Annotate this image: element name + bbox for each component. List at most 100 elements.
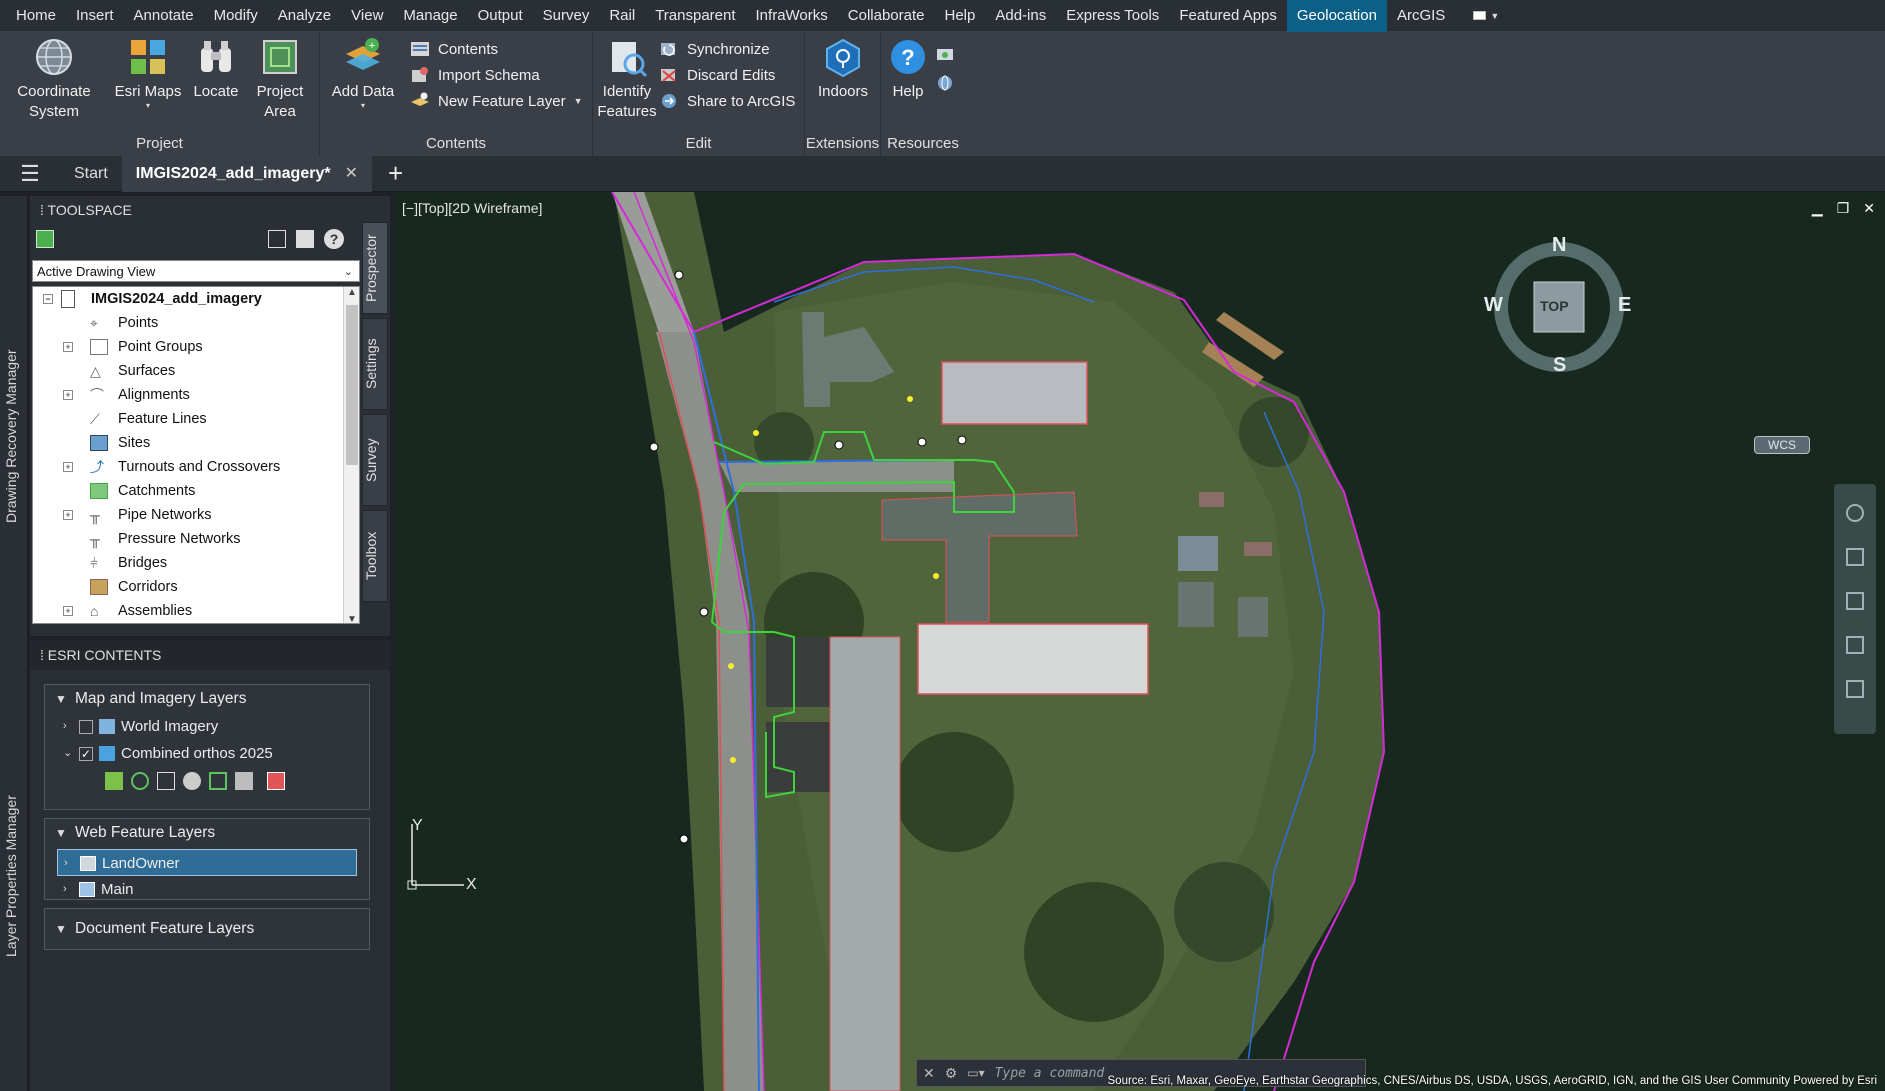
- pan-icon[interactable]: [1846, 548, 1864, 566]
- tab-drawing[interactable]: IMGIS2024_add_imagery* ✕: [121, 155, 372, 192]
- ribbon-state-toggle[interactable]: ▼: [1473, 10, 1499, 22]
- expand-icon[interactable]: +: [63, 390, 73, 400]
- tree-item-assemblies[interactable]: + ⌂ Assemblies: [33, 599, 359, 623]
- help-button[interactable]: ? Help: [885, 36, 931, 102]
- expand-icon[interactable]: +: [63, 510, 73, 520]
- tree-item-alignments[interactable]: + ⌒ Alignments: [33, 383, 359, 407]
- contents-button[interactable]: Contents: [410, 40, 498, 58]
- indoors-button[interactable]: Indoors: [809, 36, 877, 102]
- compass-west[interactable]: W: [1484, 294, 1503, 317]
- locate-button[interactable]: Locate: [186, 36, 246, 102]
- tab-express-tools[interactable]: Express Tools: [1056, 0, 1169, 32]
- tree-item-feature-lines[interactable]: ⟋ Feature Lines: [33, 407, 359, 431]
- tree-item-sites[interactable]: Sites: [33, 431, 359, 455]
- layer-world-imagery[interactable]: › World Imagery: [45, 713, 369, 740]
- compass-east[interactable]: E: [1618, 294, 1631, 317]
- tab-featured-apps[interactable]: Featured Apps: [1169, 0, 1287, 32]
- remove-layer-icon[interactable]: [267, 772, 285, 790]
- web-feature-group-header[interactable]: ▼ Web Feature Layers: [45, 819, 369, 847]
- drawing-recovery-manager-tab[interactable]: Drawing Recovery Manager: [3, 316, 25, 556]
- viewcube[interactable]: N S E W TOP: [1484, 232, 1634, 382]
- tree-item-pressure-networks[interactable]: ╥ Pressure Networks: [33, 527, 359, 551]
- world-imagery-checkbox[interactable]: [79, 720, 93, 734]
- tree-item-bridges[interactable]: ⫩ Bridges: [33, 551, 359, 575]
- drawing-item-icon[interactable]: [36, 230, 54, 248]
- tab-view[interactable]: View: [341, 0, 393, 32]
- project-area-button[interactable]: Project Area: [248, 36, 312, 122]
- help-icon[interactable]: ?: [324, 229, 344, 249]
- steering-wheel-icon[interactable]: [1846, 504, 1864, 522]
- expand-icon[interactable]: +: [63, 606, 73, 616]
- orbit-icon[interactable]: [1846, 636, 1864, 654]
- showmotion-icon[interactable]: [1846, 680, 1864, 698]
- toggle-view-icon[interactable]: [268, 230, 286, 248]
- tab-add-ins[interactable]: Add-ins: [985, 0, 1056, 32]
- close-icon[interactable]: ✕: [345, 156, 358, 192]
- add-data-button[interactable]: + Add Data ▾: [330, 36, 396, 110]
- wrench-icon[interactable]: ⚙: [945, 1065, 958, 1082]
- command-history-icon[interactable]: ▭▾: [967, 1066, 984, 1080]
- item-view-icon[interactable]: [296, 230, 314, 248]
- tab-output[interactable]: Output: [468, 0, 533, 32]
- tree-item-turnouts[interactable]: + ⤴ Turnouts and Crossovers: [33, 455, 359, 479]
- tab-annotate[interactable]: Annotate: [124, 0, 204, 32]
- tab-manage[interactable]: Manage: [393, 0, 467, 32]
- new-feature-layer-button[interactable]: New Feature Layer ▼: [410, 92, 582, 110]
- combined-orthos-checkbox[interactable]: ✓: [79, 747, 93, 761]
- tree-scrollbar[interactable]: ▲ ▼: [343, 287, 359, 623]
- esri-maps-button[interactable]: Esri Maps ▾: [112, 36, 184, 110]
- tree-item-point-groups[interactable]: + Point Groups: [33, 335, 359, 359]
- tree-item-corridors[interactable]: Corridors: [33, 575, 359, 599]
- tab-modify[interactable]: Modify: [204, 0, 268, 32]
- tab-collaborate[interactable]: Collaborate: [838, 0, 935, 32]
- edit-layer-icon[interactable]: [105, 772, 123, 790]
- expand-icon[interactable]: +: [63, 342, 73, 352]
- collapse-icon[interactable]: −: [43, 294, 53, 304]
- chevron-down-icon[interactable]: ▼: [347, 614, 357, 623]
- tab-prospector[interactable]: Prospector: [362, 222, 388, 314]
- tree-item-surfaces[interactable]: △ Surfaces: [33, 359, 359, 383]
- minimize-icon[interactable]: ▁: [1812, 200, 1823, 217]
- tree-root[interactable]: − IMGIS2024_add_imagery: [33, 287, 359, 311]
- drawing-view-select[interactable]: Active Drawing View ⌄: [32, 260, 360, 282]
- chevron-right-icon[interactable]: ›: [64, 850, 68, 877]
- copy-icon[interactable]: [157, 772, 175, 790]
- map-imagery-group-header[interactable]: ▼ Map and Imagery Layers: [45, 685, 369, 713]
- layer-landowner[interactable]: › LandOwner: [57, 849, 357, 876]
- tab-infraworks[interactable]: InfraWorks: [746, 0, 838, 32]
- viewcube-top-face[interactable]: TOP: [1540, 298, 1569, 314]
- tab-help[interactable]: Help: [934, 0, 985, 32]
- tab-settings[interactable]: Settings: [362, 318, 388, 410]
- layer-combined-orthos[interactable]: ⌄ ✓ Combined orthos 2025: [45, 740, 369, 767]
- chevron-up-icon[interactable]: ▲: [347, 287, 357, 298]
- command-input[interactable]: Type a command: [995, 1066, 1105, 1081]
- layer-properties-manager-tab[interactable]: Layer Properties Manager: [3, 766, 25, 986]
- share-to-arcgis-button[interactable]: Share to ArcGIS: [659, 92, 795, 110]
- chevron-right-icon[interactable]: ›: [63, 713, 67, 740]
- tab-geolocation[interactable]: Geolocation: [1286, 0, 1387, 32]
- navigation-bar[interactable]: [1834, 484, 1876, 734]
- identify-features-button[interactable]: Identify Features: [597, 36, 657, 122]
- wcs-menu[interactable]: WCS: [1754, 436, 1810, 454]
- close-icon[interactable]: ✕: [1863, 200, 1875, 217]
- hamburger-menu-icon[interactable]: ☰: [0, 161, 60, 187]
- viewport-controls-label[interactable]: [−][Top][2D Wireframe]: [402, 200, 542, 216]
- tab-analyze[interactable]: Analyze: [268, 0, 341, 32]
- chevron-down-icon[interactable]: ⌄: [63, 740, 72, 767]
- chevron-right-icon[interactable]: ›: [63, 876, 67, 903]
- tab-rail[interactable]: Rail: [599, 0, 645, 32]
- scroll-thumb[interactable]: [346, 305, 358, 465]
- export-icon[interactable]: [235, 772, 253, 790]
- discard-edits-button[interactable]: Discard Edits: [659, 66, 775, 84]
- zoom-extent-icon[interactable]: [209, 772, 227, 790]
- layer-main[interactable]: › Main: [57, 876, 357, 903]
- tab-transparent[interactable]: Transparent: [645, 0, 745, 32]
- close-icon[interactable]: ✕: [923, 1065, 935, 1082]
- tab-survey-ts[interactable]: Survey: [362, 414, 388, 506]
- compass-south[interactable]: S: [1553, 354, 1566, 377]
- tree-item-pipe-networks[interactable]: + ╥ Pipe Networks: [33, 503, 359, 527]
- web-icon[interactable]: [935, 74, 955, 92]
- tree-item-points[interactable]: ⌖ Points: [33, 311, 359, 335]
- tab-insert[interactable]: Insert: [66, 0, 124, 32]
- tab-arcgis[interactable]: ArcGIS: [1387, 0, 1455, 32]
